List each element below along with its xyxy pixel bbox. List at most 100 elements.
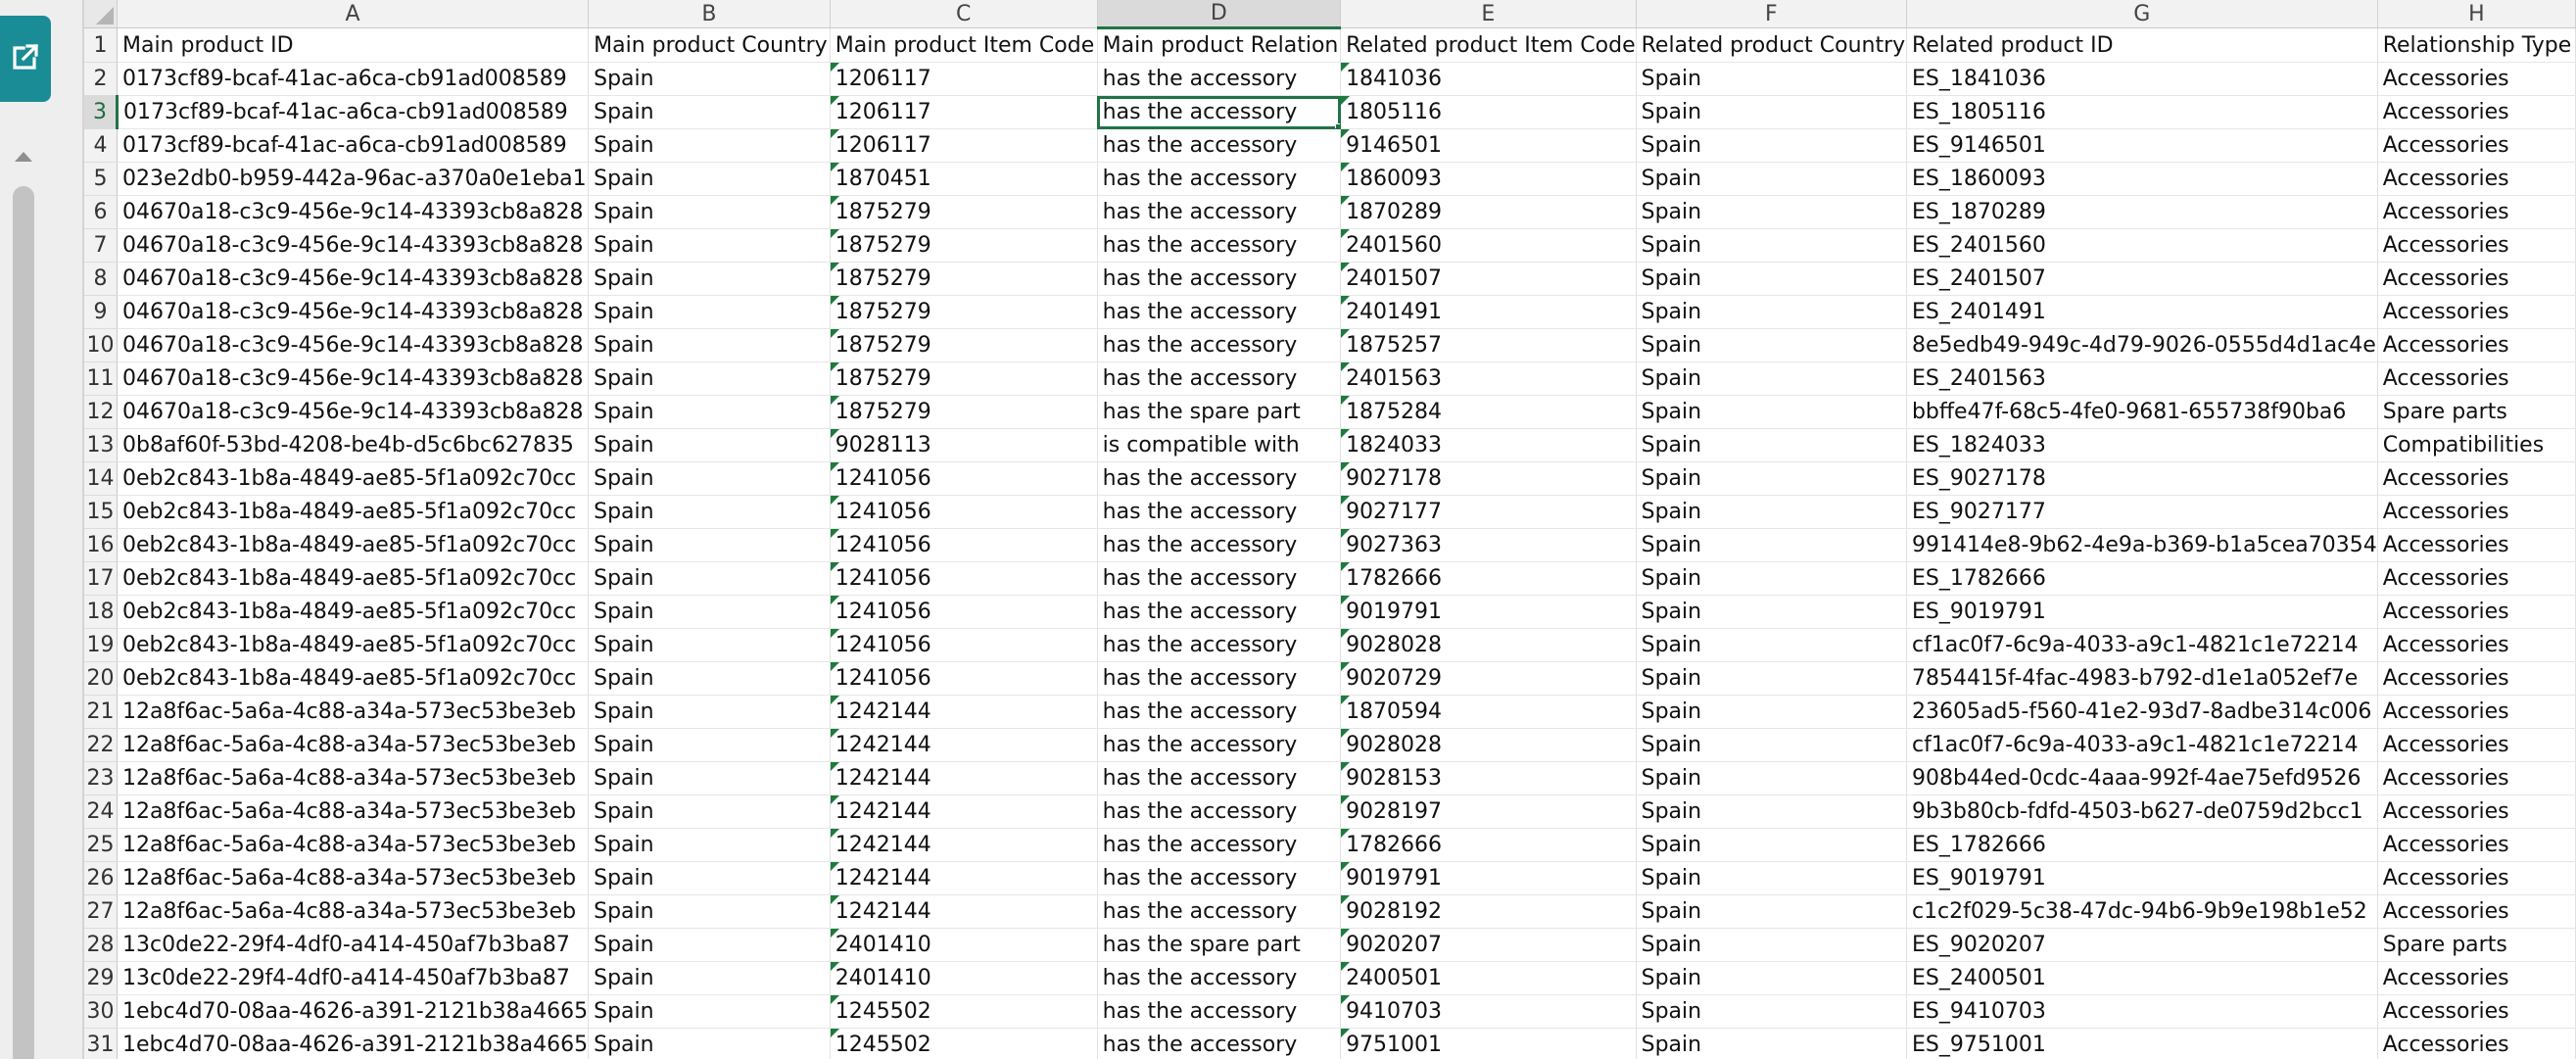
header-cell[interactable]: Main product Relation: [1097, 27, 1342, 63]
table-cell[interactable]: 1241056: [830, 461, 1098, 496]
table-cell[interactable]: Accessories: [2377, 761, 2576, 795]
row-header[interactable]: 11: [84, 361, 118, 396]
table-cell[interactable]: 9146501: [1340, 128, 1637, 163]
table-cell[interactable]: Accessories: [2377, 495, 2576, 529]
table-cell[interactable]: 04670a18-c3c9-456e-9c14-43393cb8a828: [117, 195, 590, 229]
header-cell[interactable]: Main product Country: [588, 27, 831, 63]
table-cell[interactable]: has the accessory: [1097, 262, 1342, 296]
table-cell[interactable]: ES_9020207: [1906, 928, 2378, 962]
table-cell[interactable]: 04670a18-c3c9-456e-9c14-43393cb8a828: [117, 228, 590, 263]
table-cell[interactable]: Spain: [1636, 761, 1907, 795]
vertical-scrollbar-thumb[interactable]: [13, 186, 34, 1059]
table-cell[interactable]: Compatibilities: [2377, 428, 2576, 462]
table-cell[interactable]: has the accessory: [1097, 794, 1342, 829]
table-cell[interactable]: 9b3b80cb-fdfd-4503-b627-de0759d2bcc1: [1906, 794, 2378, 829]
table-cell[interactable]: 12a8f6ac-5a6a-4c88-a34a-573ec53be3eb: [117, 828, 590, 862]
table-cell[interactable]: Spain: [588, 62, 831, 96]
table-cell[interactable]: Accessories: [2377, 794, 2576, 829]
table-cell[interactable]: Accessories: [2377, 961, 2576, 995]
table-cell[interactable]: ES_9027178: [1906, 461, 2378, 496]
row-header[interactable]: 10: [84, 328, 118, 362]
row-header[interactable]: 16: [84, 528, 118, 562]
row-header[interactable]: 3: [84, 95, 119, 129]
row-header[interactable]: 26: [84, 861, 118, 895]
table-cell[interactable]: Spain: [1636, 262, 1907, 296]
table-cell[interactable]: Spain: [1636, 228, 1907, 263]
table-cell[interactable]: Spain: [1636, 661, 1907, 696]
table-cell[interactable]: has the accessory: [1097, 528, 1342, 562]
column-header-h[interactable]: H: [2377, 0, 2576, 28]
table-cell[interactable]: 9020207: [1340, 928, 1637, 962]
table-cell[interactable]: Accessories: [2377, 628, 2576, 662]
table-cell[interactable]: 0eb2c843-1b8a-4849-ae85-5f1a092c70cc: [117, 595, 590, 629]
row-header[interactable]: 20: [84, 661, 118, 696]
table-cell[interactable]: 9027178: [1340, 461, 1637, 496]
table-cell[interactable]: 0eb2c843-1b8a-4849-ae85-5f1a092c70cc: [117, 628, 590, 662]
table-cell[interactable]: ES_1805116: [1906, 95, 2378, 129]
table-cell[interactable]: 12a8f6ac-5a6a-4c88-a34a-573ec53be3eb: [117, 794, 590, 829]
table-cell[interactable]: 1875284: [1340, 395, 1637, 429]
table-cell[interactable]: 1206117: [830, 62, 1098, 96]
table-cell[interactable]: 0eb2c843-1b8a-4849-ae85-5f1a092c70cc: [117, 461, 590, 496]
row-header[interactable]: 25: [84, 828, 118, 862]
table-cell[interactable]: bbffe47f-68c5-4fe0-9681-655738f90ba6: [1906, 395, 2378, 429]
table-cell[interactable]: Spain: [588, 1028, 831, 1059]
table-cell[interactable]: 04670a18-c3c9-456e-9c14-43393cb8a828: [117, 262, 590, 296]
table-cell[interactable]: Accessories: [2377, 195, 2576, 229]
table-cell[interactable]: has the accessory: [1097, 128, 1342, 163]
table-cell[interactable]: 12a8f6ac-5a6a-4c88-a34a-573ec53be3eb: [117, 861, 590, 895]
table-cell[interactable]: Spain: [1636, 162, 1907, 196]
table-cell[interactable]: 1ebc4d70-08aa-4626-a391-2121b38a4665: [117, 994, 590, 1029]
row-header[interactable]: 23: [84, 761, 118, 795]
table-cell[interactable]: has the accessory: [1097, 162, 1342, 196]
table-cell[interactable]: 12a8f6ac-5a6a-4c88-a34a-573ec53be3eb: [117, 695, 590, 729]
table-cell[interactable]: 1875279: [830, 395, 1098, 429]
table-cell[interactable]: 2401507: [1340, 262, 1637, 296]
table-cell[interactable]: ES_2401563: [1906, 361, 2378, 396]
table-cell[interactable]: 1245502: [830, 994, 1098, 1029]
table-cell[interactable]: Spare parts: [2377, 395, 2576, 429]
table-cell[interactable]: 2401410: [830, 928, 1098, 962]
table-cell[interactable]: 12a8f6ac-5a6a-4c88-a34a-573ec53be3eb: [117, 761, 590, 795]
table-cell[interactable]: 1ebc4d70-08aa-4626-a391-2121b38a4665: [117, 1028, 590, 1059]
table-cell[interactable]: 04670a18-c3c9-456e-9c14-43393cb8a828: [117, 328, 590, 362]
table-cell[interactable]: 1242144: [830, 761, 1098, 795]
table-cell[interactable]: 023e2db0-b959-442a-96ac-a370a0e1eba1: [117, 162, 590, 196]
table-cell[interactable]: has the accessory: [1097, 861, 1342, 895]
table-cell[interactable]: 1870451: [830, 162, 1098, 196]
table-cell[interactable]: 9027177: [1340, 495, 1637, 529]
table-cell[interactable]: 23605ad5-f560-41e2-93d7-8adbe314c006: [1906, 695, 2378, 729]
table-cell[interactable]: Spain: [1636, 361, 1907, 396]
table-cell[interactable]: Spain: [588, 495, 831, 529]
table-cell[interactable]: 1782666: [1340, 561, 1637, 596]
table-cell[interactable]: Spain: [588, 228, 831, 263]
table-cell[interactable]: Spain: [1636, 628, 1907, 662]
active-cell[interactable]: has the accessory: [1097, 95, 1342, 129]
table-cell[interactable]: Accessories: [2377, 328, 2576, 362]
table-cell[interactable]: 1241056: [830, 495, 1098, 529]
table-cell[interactable]: ES_2401560: [1906, 228, 2378, 263]
table-cell[interactable]: Spain: [1636, 461, 1907, 496]
column-header-d[interactable]: D: [1097, 0, 1342, 29]
row-header[interactable]: 5: [84, 162, 118, 196]
table-cell[interactable]: Spain: [588, 661, 831, 696]
scroll-up-button[interactable]: [12, 147, 35, 168]
table-cell[interactable]: is compatible with: [1097, 428, 1342, 462]
table-cell[interactable]: 1805116: [1340, 95, 1637, 129]
table-cell[interactable]: 1875279: [830, 328, 1098, 362]
header-cell[interactable]: Related product Item Code: [1340, 27, 1637, 63]
table-cell[interactable]: Spain: [588, 861, 831, 895]
table-cell[interactable]: 9410703: [1340, 994, 1637, 1029]
table-cell[interactable]: 1241056: [830, 561, 1098, 596]
table-cell[interactable]: Spain: [1636, 994, 1907, 1029]
table-cell[interactable]: 2401560: [1340, 228, 1637, 263]
table-cell[interactable]: has the accessory: [1097, 728, 1342, 762]
table-cell[interactable]: 2401491: [1340, 295, 1637, 329]
table-cell[interactable]: has the accessory: [1097, 628, 1342, 662]
table-cell[interactable]: 0b8af60f-53bd-4208-be4b-d5c6bc627835: [117, 428, 590, 462]
table-cell[interactable]: Spain: [1636, 328, 1907, 362]
table-cell[interactable]: ES_2401507: [1906, 262, 2378, 296]
row-header[interactable]: 6: [84, 195, 118, 229]
table-cell[interactable]: Spain: [1636, 62, 1907, 96]
table-cell[interactable]: 04670a18-c3c9-456e-9c14-43393cb8a828: [117, 361, 590, 396]
